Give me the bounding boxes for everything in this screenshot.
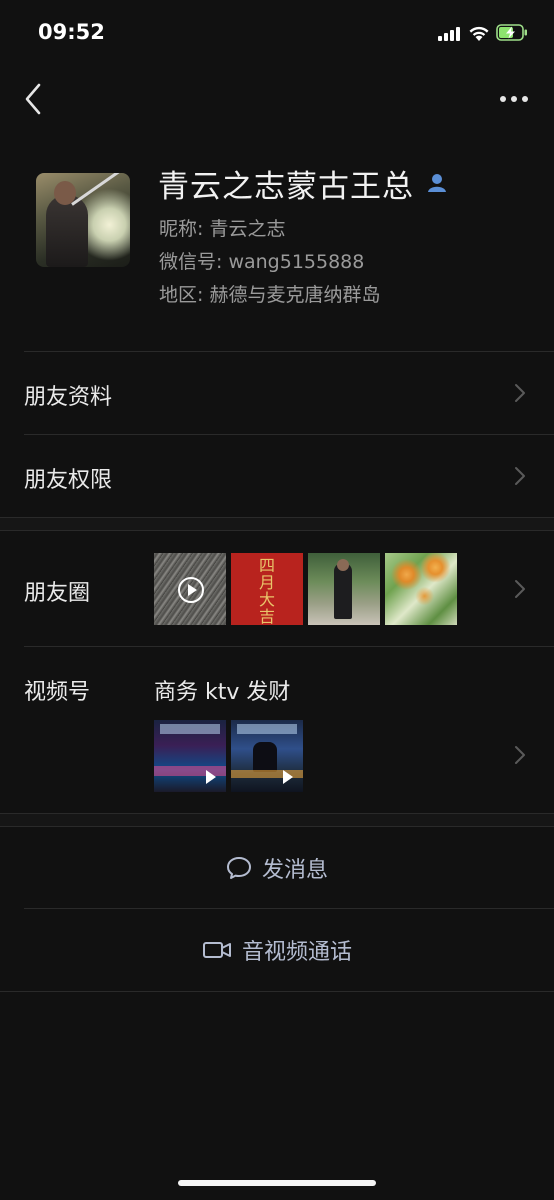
thumb-banner <box>160 724 220 734</box>
avatar-figure <box>46 195 88 267</box>
play-icon <box>178 577 204 603</box>
nickname-value: 青云之志 <box>209 218 286 240</box>
play-icon <box>283 770 293 784</box>
status-bar: 09:52 <box>0 0 554 66</box>
back-arrow-icon[interactable] <box>22 82 46 116</box>
moments-row[interactable]: 朋友圈 四 月 大 吉 <box>0 531 554 646</box>
moments-thumb-food[interactable] <box>385 553 457 625</box>
more-options-icon[interactable] <box>500 96 530 104</box>
wifi-icon <box>469 26 489 41</box>
video-camera-icon <box>202 942 231 958</box>
avatar-fishing-rod <box>71 173 123 206</box>
poster-char: 吉 <box>258 607 275 625</box>
region-value: 赫德与麦克唐纳群岛 <box>209 284 381 306</box>
wechat-id-value: wang5155888 <box>228 251 365 273</box>
chevron-right-icon <box>515 580 525 598</box>
video-call-button[interactable]: 音视频通话 <box>0 909 554 991</box>
thumb-banner <box>237 724 297 734</box>
send-message-label: 发消息 <box>261 858 328 883</box>
moments-thumb-poster[interactable]: 四 月 大 吉 <box>231 553 303 625</box>
home-indicator[interactable] <box>178 1180 376 1186</box>
wechat-id-label: 微信号: <box>159 251 229 273</box>
thumb-figure <box>253 742 277 772</box>
send-message-button[interactable]: 发消息 <box>0 827 554 909</box>
play-icon <box>206 770 216 784</box>
avatar[interactable] <box>36 173 130 267</box>
wechat-id-line: 微信号: wang5155888 <box>159 247 364 274</box>
photo-head <box>337 559 349 571</box>
display-name: 青云之志蒙古王总 <box>158 168 414 205</box>
channel-thumb-2[interactable] <box>231 720 303 792</box>
battery-charging-icon <box>496 24 527 41</box>
chevron-right-icon <box>515 384 525 402</box>
friend-permissions-row[interactable]: 朋友权限 <box>0 435 554 517</box>
chevron-right-icon <box>515 467 525 485</box>
channel-thumb-1[interactable] <box>154 720 226 792</box>
channels-label: 视频号 <box>24 680 91 705</box>
video-call-label: 音视频通话 <box>241 940 352 965</box>
profile-header: 青云之志蒙古王总 昵称: 青云之志 微信号: wang5155888 地区: 赫… <box>0 160 554 350</box>
region-line: 地区: 赫德与麦克唐纳群岛 <box>159 280 380 307</box>
contact-person-icon <box>428 174 446 192</box>
chevron-right-icon <box>515 746 525 764</box>
photo-figure <box>334 563 352 619</box>
section-divider <box>0 991 554 992</box>
name-row: 青云之志蒙古王总 <box>158 160 448 206</box>
channels-row[interactable]: 视频号 商务 ktv 发财 <box>0 647 554 813</box>
moments-thumb-video[interactable] <box>154 553 226 625</box>
nickname-line: 昵称: 青云之志 <box>159 214 285 241</box>
channel-name: 商务 ktv 发财 <box>154 680 291 705</box>
section-gap <box>0 518 554 530</box>
section-gap <box>0 814 554 826</box>
status-time: 09:52 <box>38 20 105 44</box>
region-label: 地区: <box>159 284 210 306</box>
nav-bar <box>0 66 554 128</box>
channel-thumbnails <box>0 720 554 792</box>
moments-thumbnails: 四 月 大 吉 <box>0 553 554 625</box>
nickname-label: 昵称: <box>159 218 210 240</box>
moments-thumb-photo[interactable] <box>308 553 380 625</box>
friend-info-label: 朋友资料 <box>24 385 113 410</box>
friend-info-row[interactable]: 朋友资料 <box>0 352 554 434</box>
friend-permissions-label: 朋友权限 <box>24 468 113 493</box>
cellular-signal-icon <box>438 27 460 41</box>
chat-bubble-icon <box>226 857 251 879</box>
